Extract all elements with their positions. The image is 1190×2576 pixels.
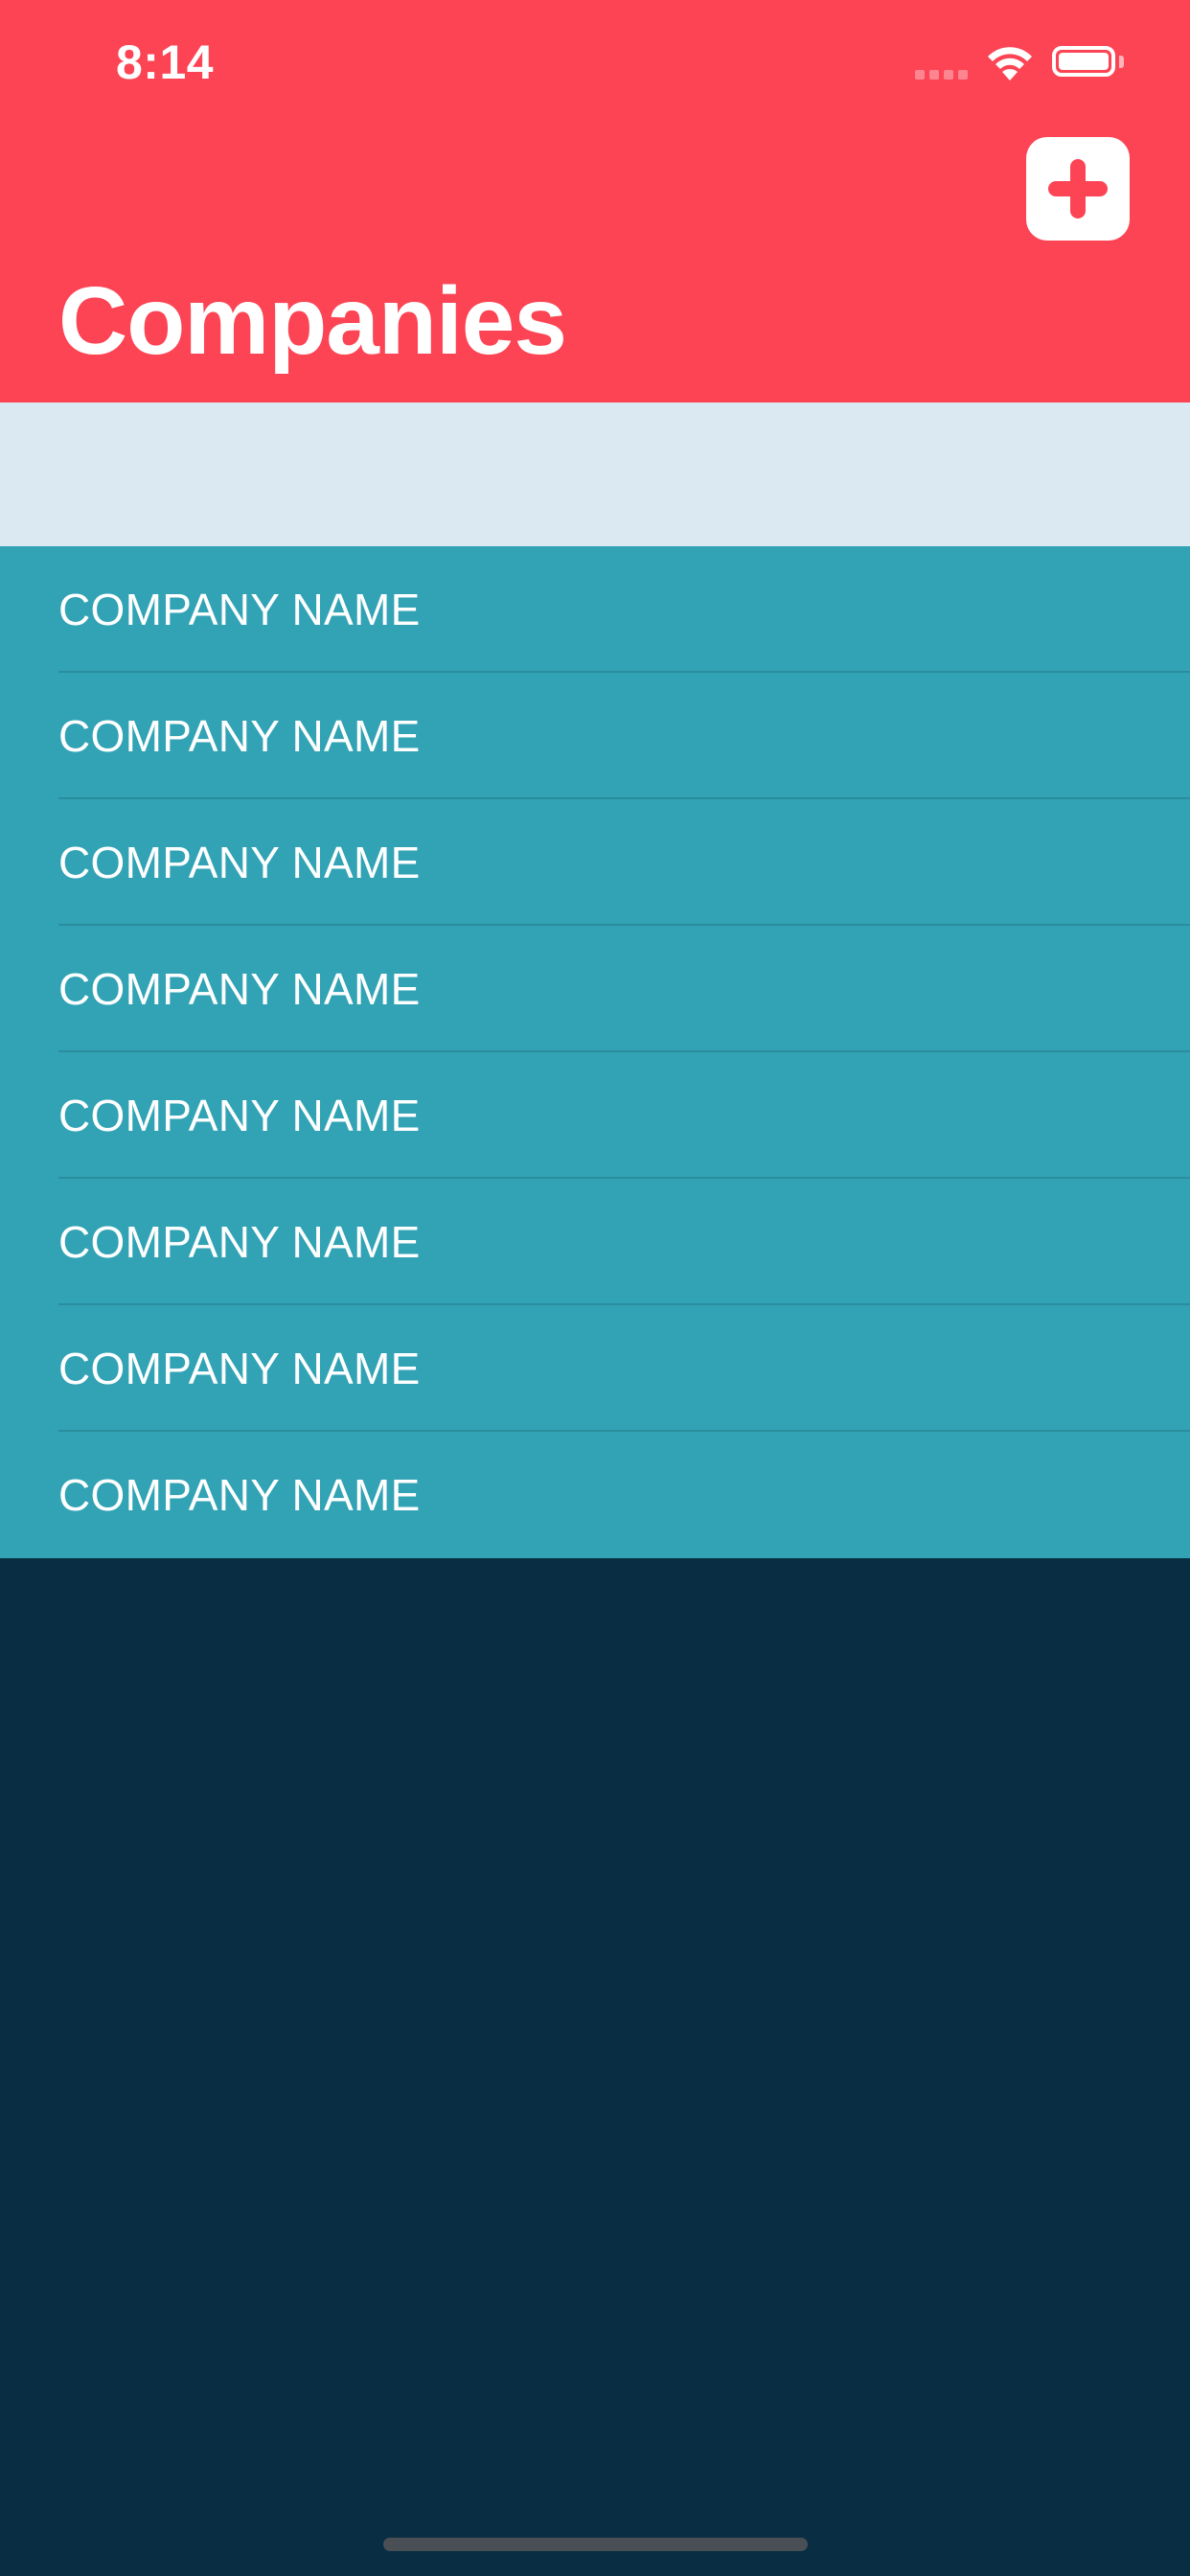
wifi-icon	[985, 44, 1035, 87]
companies-list: COMPANY NAME COMPANY NAME COMPANY NAME C…	[0, 546, 1190, 1558]
company-name: COMPANY NAME	[58, 1217, 421, 1267]
navigation-bar: 8:14 Companies	[0, 0, 1190, 402]
company-name: COMPANY NAME	[58, 585, 421, 634]
table-header-view	[0, 402, 1190, 546]
company-name: COMPANY NAME	[58, 1344, 421, 1393]
company-name: COMPANY NAME	[58, 711, 421, 761]
list-item[interactable]: COMPANY NAME	[0, 799, 1190, 926]
company-name: COMPANY NAME	[58, 964, 421, 1014]
list-item[interactable]: COMPANY NAME	[0, 1179, 1190, 1305]
list-item[interactable]: COMPANY NAME	[0, 1305, 1190, 1432]
plus-icon	[1048, 159, 1108, 218]
battery-cap	[1119, 56, 1124, 68]
list-item[interactable]: COMPANY NAME	[0, 673, 1190, 799]
status-time: 8:14	[116, 35, 215, 89]
list-item[interactable]: COMPANY NAME	[0, 1052, 1190, 1179]
page-title: Companies	[58, 267, 567, 375]
add-company-button[interactable]	[1026, 137, 1130, 241]
company-name: COMPANY NAME	[58, 1091, 421, 1140]
company-name: COMPANY NAME	[58, 838, 421, 887]
battery-icon	[1052, 46, 1115, 77]
list-item[interactable]: COMPANY NAME	[0, 1432, 1190, 1558]
home-indicator[interactable]	[383, 2538, 808, 2551]
list-item[interactable]: COMPANY NAME	[0, 546, 1190, 673]
list-item[interactable]: COMPANY NAME	[0, 926, 1190, 1052]
company-name: COMPANY NAME	[58, 1470, 421, 1520]
cellular-signal-icon	[915, 70, 968, 80]
